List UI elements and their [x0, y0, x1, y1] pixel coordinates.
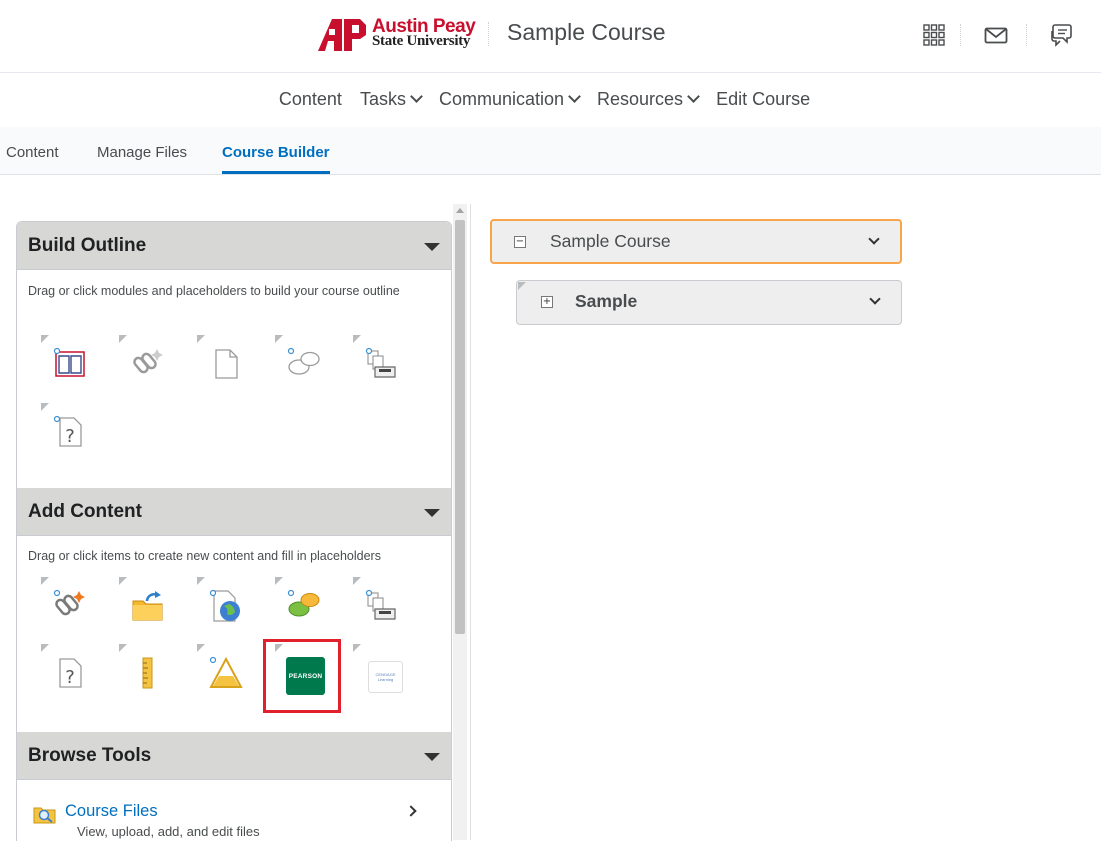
dropbox-placeholder-icon — [365, 347, 396, 378]
browse-tools-title: Browse Tools — [28, 745, 152, 766]
course-files-link[interactable]: Course Files — [65, 802, 158, 821]
chevron-down-icon — [410, 90, 423, 103]
tab-content[interactable]: Content — [6, 144, 59, 161]
nav-resources[interactable]: Resources — [588, 89, 707, 110]
collapse-minus-icon[interactable]: − — [514, 236, 526, 248]
module-book-icon — [53, 347, 85, 377]
pane-divider — [470, 204, 471, 840]
nav-communication[interactable]: Communication — [430, 89, 588, 110]
chevron-right-icon[interactable] — [405, 805, 417, 817]
envelope-icon[interactable] — [983, 22, 1009, 48]
browse-tools-header[interactable]: Browse Tools — [17, 732, 451, 780]
course-files-description: View, upload, add, and edit files — [77, 824, 260, 839]
build-outline-title: Build Outline — [28, 235, 147, 256]
scrollbar-thumb[interactable] — [455, 220, 465, 634]
tools-panel-scrollbar[interactable] — [453, 204, 467, 840]
chevron-down-icon — [568, 90, 581, 103]
discussion-tool[interactable] — [275, 577, 331, 633]
chevron-down-icon[interactable] — [868, 233, 880, 245]
quiz-tool[interactable]: ? — [41, 644, 97, 700]
chat-bubbles-icon[interactable] — [1047, 22, 1073, 48]
app-header: Austin Peay State University Sample Cour… — [0, 0, 1101, 73]
nav-content[interactable]: Content — [270, 89, 351, 110]
web-page-icon — [209, 589, 240, 622]
upload-files-tool[interactable] — [119, 577, 175, 633]
file-placeholder-tool[interactable] — [197, 335, 253, 391]
university-logo[interactable]: Austin Peay State University — [316, 14, 476, 54]
outline-node-root[interactable]: − Sample Course — [490, 219, 902, 264]
svg-text:?: ? — [65, 667, 75, 688]
link-placeholder-tool[interactable] — [119, 335, 175, 391]
course-title[interactable]: Sample Course — [507, 19, 666, 46]
course-nav: Content Tasks Communication Resources Ed… — [0, 73, 1101, 125]
cengage-tool[interactable]: CENGAGE Learning — [353, 644, 409, 700]
collapse-triangle-icon[interactable] — [424, 243, 440, 251]
svg-text:?: ? — [65, 426, 75, 447]
module-tool[interactable] — [41, 335, 97, 391]
add-content-header[interactable]: Add Content — [17, 488, 451, 536]
discussion-placeholder-tool[interactable] — [275, 335, 331, 391]
nav-tasks[interactable]: Tasks — [351, 89, 430, 110]
new-link-tool[interactable] — [41, 577, 97, 633]
build-outline-header[interactable]: Build Outline — [17, 222, 451, 270]
logo-line2: State University — [372, 33, 471, 49]
outline-child-label: Sample — [575, 291, 638, 311]
discussion-placeholder-icon — [287, 347, 320, 375]
upload-files-icon — [132, 591, 163, 621]
quiz-icon: ? — [59, 658, 82, 688]
survey-icon — [209, 656, 243, 688]
chevron-down-icon — [687, 90, 700, 103]
scroll-up-arrow-icon[interactable] — [456, 208, 464, 213]
chevron-down-icon[interactable] — [869, 293, 881, 305]
ap-logo-mark-icon — [318, 19, 366, 51]
add-content-description: Drag or click items to create new conten… — [28, 549, 381, 563]
folder-search-icon — [33, 807, 56, 824]
quiz-placeholder-icon: ? — [53, 415, 82, 447]
header-icon-separator — [960, 24, 961, 46]
quiz-placeholder-tool[interactable]: ? — [41, 403, 97, 459]
nav-edit-course[interactable]: Edit Course — [707, 89, 819, 110]
waffle-grid-icon[interactable] — [921, 22, 947, 48]
add-content-title: Add Content — [28, 501, 142, 522]
pearson-highlight-box — [263, 639, 341, 713]
collapse-triangle-icon[interactable] — [424, 753, 440, 761]
header-divider — [488, 22, 489, 46]
build-outline-description: Drag or click modules and placeholders t… — [28, 284, 400, 298]
grade-item-icon — [142, 657, 153, 689]
outline-root-label: Sample Course — [550, 231, 671, 251]
discussion-icon — [287, 589, 320, 617]
new-link-icon — [53, 589, 85, 616]
survey-tool[interactable] — [197, 644, 253, 700]
link-placeholder-icon — [133, 349, 163, 374]
tab-manage-files[interactable]: Manage Files — [97, 144, 187, 161]
course-files-item[interactable]: Course Files View, upload, add, and edit… — [17, 802, 451, 841]
logo-line1: Austin Peay — [372, 16, 476, 37]
builder-tools-panel: Build Outline Drag or click modules and … — [16, 221, 452, 841]
cengage-icon: CENGAGE Learning — [368, 661, 403, 693]
expand-plus-icon[interactable]: + — [541, 296, 553, 308]
collapse-triangle-icon[interactable] — [424, 509, 440, 517]
dropbox-placeholder-tool[interactable] — [353, 335, 409, 391]
grade-item-tool[interactable] — [119, 644, 175, 700]
file-placeholder-icon — [215, 349, 238, 379]
web-page-tool[interactable] — [197, 577, 253, 633]
header-icon-separator — [1026, 24, 1027, 46]
content-tabs: Content Manage Files Course Builder — [0, 127, 1101, 175]
dropbox-icon — [365, 589, 396, 620]
tab-course-builder[interactable]: Course Builder — [222, 144, 330, 174]
outline-node-child[interactable]: + Sample — [516, 280, 902, 325]
dropbox-tool[interactable] — [353, 577, 409, 633]
